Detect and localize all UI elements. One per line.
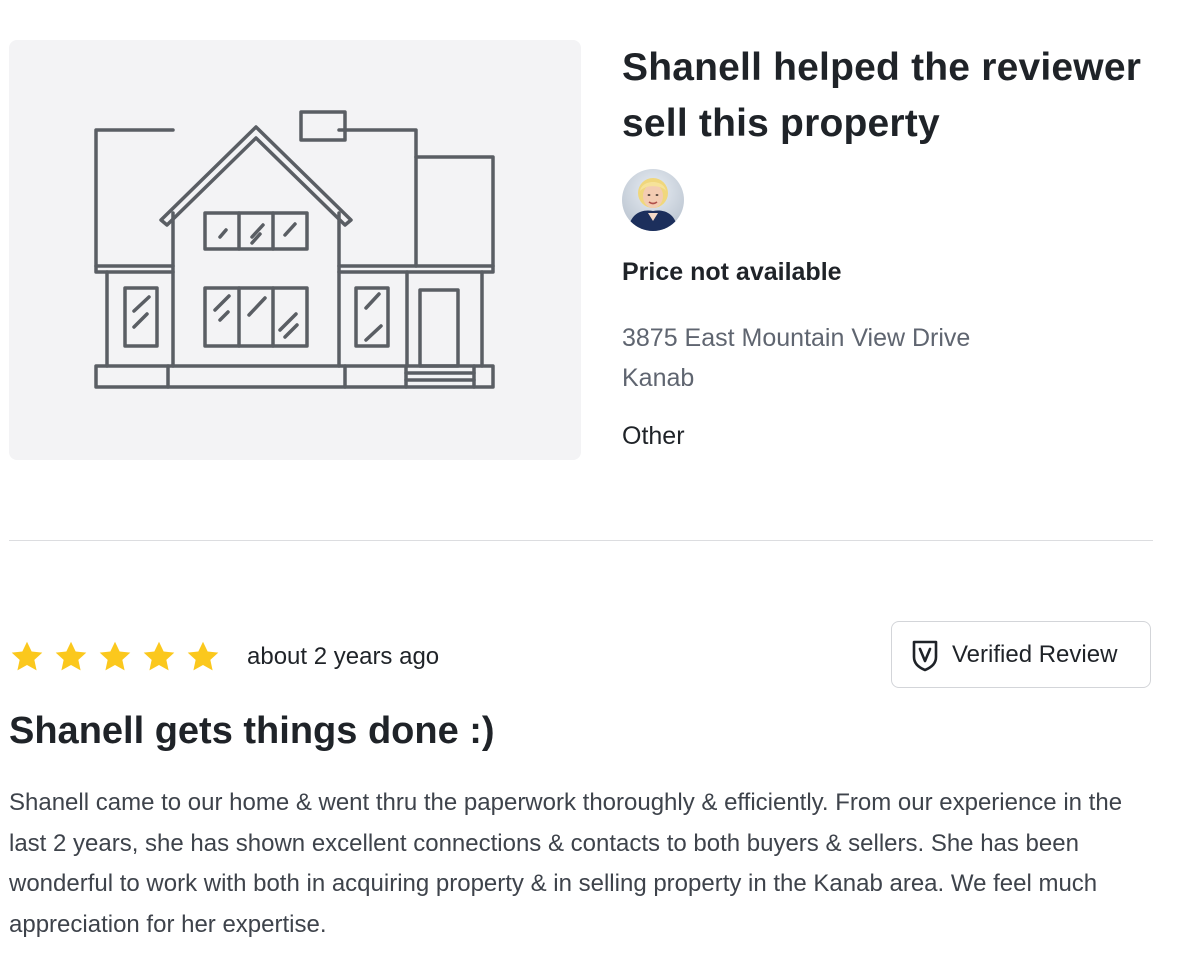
star-icon [143,641,175,671]
star-icon [187,641,219,671]
section-divider [9,540,1153,541]
property-details: Shanell helped the reviewer sell this pr… [622,40,1162,450]
agent-photo-icon [622,169,684,231]
star-icon [99,641,131,671]
review-title: Shanell gets things done :) [9,710,495,752]
address-street: 3875 East Mountain View Drive [622,324,971,352]
star-rating [9,639,229,675]
verified-review-label: Verified Review [952,640,1118,668]
star-icon [11,641,43,671]
address-city: Kanab [622,364,695,392]
star-icon [55,641,87,671]
property-price: Price not available [622,258,842,286]
property-headline: Shanell helped the reviewer sell this pr… [622,46,1142,145]
property-type: Other [622,422,685,450]
review-meta: about 2 years ago [9,638,439,676]
review-body: Shanell came to our home & went thru the… [9,789,1123,938]
property-image [9,40,581,460]
property-address: 3875 East Mountain View Drive Kanab [622,318,970,398]
agent-avatar[interactable] [622,169,684,231]
review-age: about 2 years ago [247,643,440,670]
verified-review-badge[interactable]: Verified Review [891,621,1151,688]
house-icon [94,110,495,389]
shield-check-icon [912,640,938,671]
